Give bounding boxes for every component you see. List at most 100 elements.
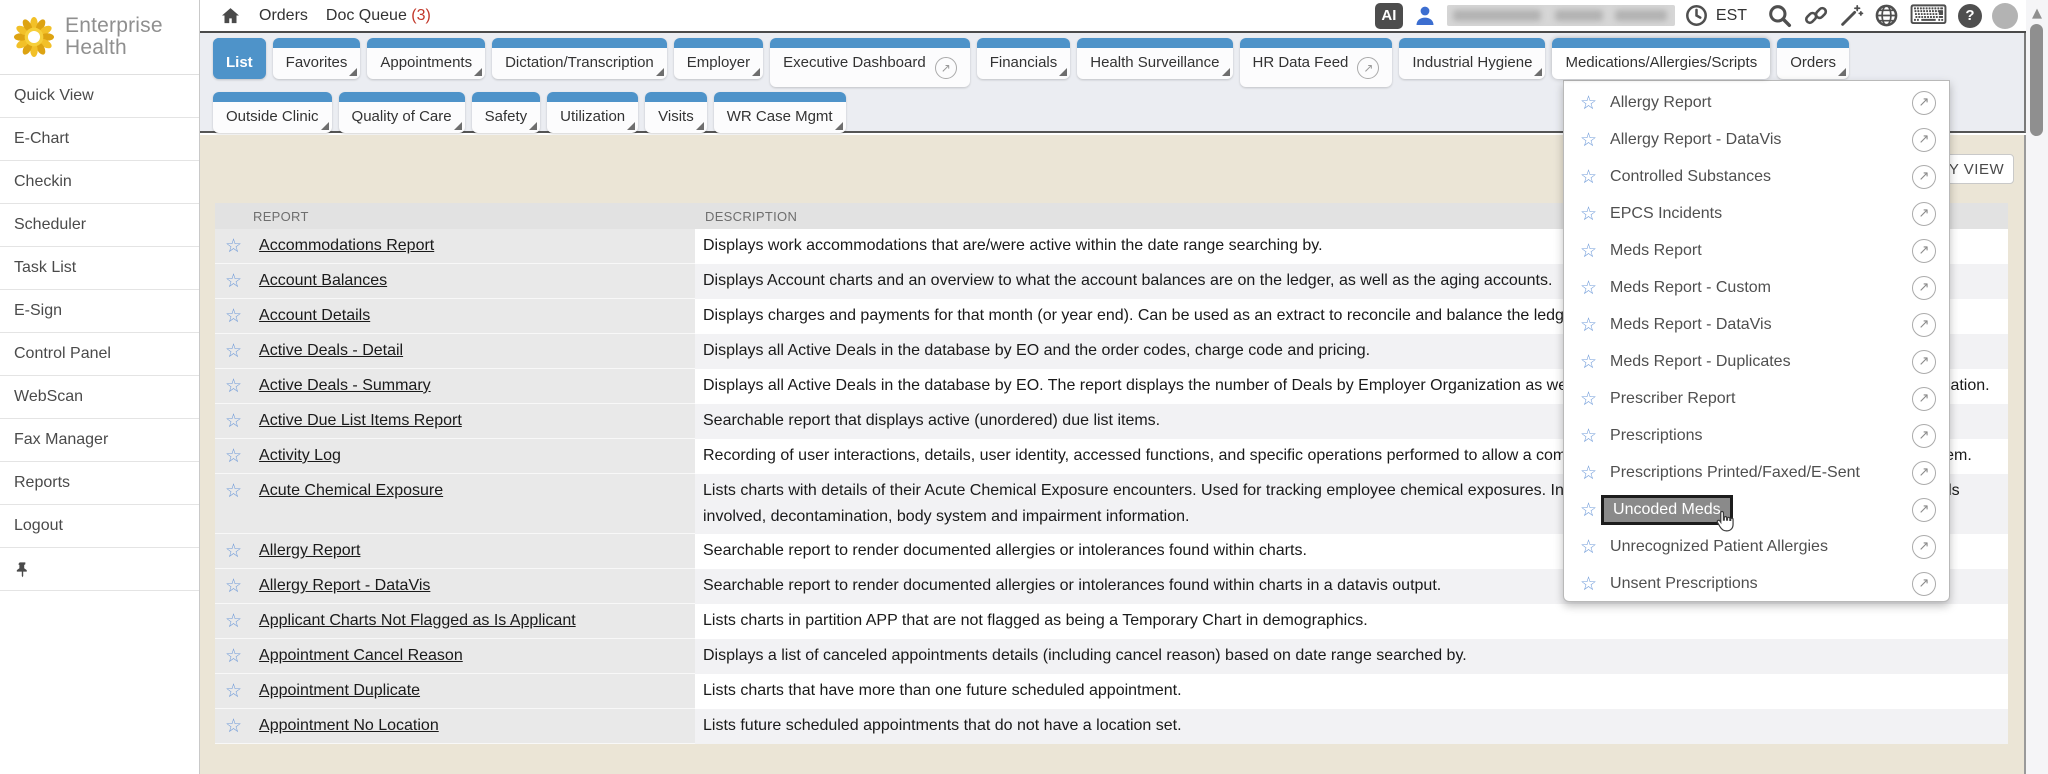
link-icon[interactable] bbox=[1803, 3, 1829, 29]
report-link-allergy-report-datavis[interactable]: Allergy Report - DataVis bbox=[259, 573, 430, 599]
home-icon[interactable] bbox=[220, 6, 241, 26]
menu-item-meds-report-datavis[interactable]: ☆Meds Report - DataVis↗ bbox=[1564, 306, 1949, 343]
tab-outside-clinic[interactable]: Outside Clinic bbox=[213, 92, 332, 133]
tab-industrial-hygiene[interactable]: Industrial Hygiene bbox=[1399, 38, 1545, 79]
favorite-star-icon[interactable]: ☆ bbox=[225, 573, 242, 599]
menu-item-allergy-report-datavis[interactable]: ☆Allergy Report - DataVis↗ bbox=[1564, 121, 1949, 158]
open-report-icon[interactable]: ↗ bbox=[1912, 498, 1936, 522]
favorite-star-icon[interactable]: ☆ bbox=[225, 373, 242, 399]
favorite-star-icon[interactable]: ☆ bbox=[1580, 275, 1597, 301]
sidebar-item-task-list[interactable]: Task List bbox=[0, 247, 199, 290]
open-report-icon[interactable]: ↗ bbox=[1912, 350, 1936, 374]
ai-badge[interactable]: AI bbox=[1375, 3, 1403, 29]
report-link-applicant-charts-not-flagged-as-is-applicant[interactable]: Applicant Charts Not Flagged as Is Appli… bbox=[259, 608, 576, 634]
menu-item-unrecognized-patient-allergies[interactable]: ☆Unrecognized Patient Allergies↗ bbox=[1564, 528, 1949, 565]
menu-item-allergy-report[interactable]: ☆Allergy Report↗ bbox=[1564, 84, 1949, 121]
open-report-icon[interactable]: ↗ bbox=[1912, 128, 1936, 152]
favorite-star-icon[interactable]: ☆ bbox=[1580, 164, 1597, 190]
scrollbar-thumb[interactable] bbox=[2030, 24, 2043, 136]
sidebar-item-quick-view[interactable]: Quick View bbox=[0, 75, 199, 118]
tab-quality-of-care[interactable]: Quality of Care bbox=[339, 92, 465, 133]
report-link-active-due-list-items-report[interactable]: Active Due List Items Report bbox=[259, 408, 462, 434]
open-report-icon[interactable]: ↗ bbox=[1912, 572, 1936, 596]
report-link-account-balances[interactable]: Account Balances bbox=[259, 268, 387, 294]
favorite-star-icon[interactable]: ☆ bbox=[225, 303, 242, 329]
clock-icon[interactable] bbox=[1685, 4, 1708, 27]
menu-item-prescriptions-printed-faxed-e-sent[interactable]: ☆Prescriptions Printed/Faxed/E-Sent↗ bbox=[1564, 454, 1949, 491]
tab-utilization[interactable]: Utilization bbox=[547, 92, 638, 133]
tab-list[interactable]: List bbox=[213, 38, 266, 79]
app-logo[interactable]: Enterprise Health bbox=[0, 0, 199, 75]
favorite-star-icon[interactable]: ☆ bbox=[225, 233, 242, 259]
report-link-activity-log[interactable]: Activity Log bbox=[259, 443, 341, 469]
sidebar-item-reports[interactable]: Reports bbox=[0, 462, 199, 505]
favorite-star-icon[interactable]: ☆ bbox=[1580, 497, 1597, 523]
open-report-icon[interactable]: ↗ bbox=[1912, 239, 1936, 263]
report-link-account-details[interactable]: Account Details bbox=[259, 303, 370, 329]
menu-item-meds-report[interactable]: ☆Meds Report↗ bbox=[1564, 232, 1949, 269]
open-report-icon[interactable]: ↗ bbox=[1912, 535, 1936, 559]
globe-icon[interactable] bbox=[1874, 3, 1899, 28]
tab-wr-case-mgmt[interactable]: WR Case Mgmt bbox=[714, 92, 846, 133]
tab-favorites[interactable]: Favorites bbox=[273, 38, 361, 79]
open-report-icon[interactable]: ↗ bbox=[1912, 202, 1936, 226]
report-link-appointment-no-location[interactable]: Appointment No Location bbox=[259, 713, 439, 739]
favorite-star-icon[interactable]: ☆ bbox=[225, 678, 242, 704]
report-link-acute-chemical-exposure[interactable]: Acute Chemical Exposure bbox=[259, 478, 443, 504]
sidebar-item-e-sign[interactable]: E-Sign bbox=[0, 290, 199, 333]
menu-item-meds-report-duplicates[interactable]: ☆Meds Report - Duplicates↗ bbox=[1564, 343, 1949, 380]
open-report-icon[interactable]: ↗ bbox=[1912, 165, 1936, 189]
report-link-appointment-duplicate[interactable]: Appointment Duplicate bbox=[259, 678, 420, 704]
favorite-star-icon[interactable]: ☆ bbox=[1580, 460, 1597, 486]
open-report-icon[interactable]: ↗ bbox=[1912, 387, 1936, 411]
favorite-star-icon[interactable]: ☆ bbox=[1580, 349, 1597, 375]
wand-icon[interactable] bbox=[1839, 3, 1864, 28]
favorite-star-icon[interactable]: ☆ bbox=[1580, 386, 1597, 412]
open-report-icon[interactable]: ↗ bbox=[1912, 461, 1936, 485]
tab-executive-dashboard[interactable]: Executive Dashboard↗ bbox=[770, 38, 970, 87]
tab-visits[interactable]: Visits bbox=[645, 92, 707, 133]
favorite-star-icon[interactable]: ☆ bbox=[1580, 127, 1597, 153]
tab-medications-allergies-scripts[interactable]: Medications/Allergies/Scripts bbox=[1552, 38, 1770, 79]
open-report-icon[interactable]: ↗ bbox=[1912, 276, 1936, 300]
report-link-appointment-cancel-reason[interactable]: Appointment Cancel Reason bbox=[259, 643, 463, 669]
favorite-star-icon[interactable]: ☆ bbox=[1580, 534, 1597, 560]
report-link-allergy-report[interactable]: Allergy Report bbox=[259, 538, 360, 564]
menu-item-epcs-incidents[interactable]: ☆EPCS Incidents↗ bbox=[1564, 195, 1949, 232]
user-icon[interactable] bbox=[1413, 4, 1437, 28]
open-report-icon[interactable]: ↗ bbox=[1912, 313, 1936, 337]
breadcrumb-doc-queue[interactable]: Doc Queue (3) bbox=[326, 7, 431, 25]
help-icon[interactable]: ? bbox=[1958, 4, 1982, 28]
menu-item-prescriptions[interactable]: ☆Prescriptions↗ bbox=[1564, 417, 1949, 454]
sidebar-item-e-chart[interactable]: E-Chart bbox=[0, 118, 199, 161]
menu-item-prescriber-report[interactable]: ☆Prescriber Report↗ bbox=[1564, 380, 1949, 417]
report-link-accommodations-report[interactable]: Accommodations Report bbox=[259, 233, 434, 259]
favorite-star-icon[interactable]: ☆ bbox=[1580, 90, 1597, 116]
favorite-star-icon[interactable]: ☆ bbox=[1580, 238, 1597, 264]
tab-safety[interactable]: Safety bbox=[472, 92, 541, 133]
tab-orders[interactable]: Orders bbox=[1777, 38, 1849, 79]
favorite-star-icon[interactable]: ☆ bbox=[225, 478, 242, 504]
sidebar-item-checkin[interactable]: Checkin bbox=[0, 161, 199, 204]
sidebar-item-scheduler[interactable]: Scheduler bbox=[0, 204, 199, 247]
favorite-star-icon[interactable]: ☆ bbox=[1580, 201, 1597, 227]
report-link-active-deals-summary[interactable]: Active Deals - Summary bbox=[259, 373, 431, 399]
tab-health-surveillance[interactable]: Health Surveillance bbox=[1077, 38, 1232, 79]
favorite-star-icon[interactable]: ☆ bbox=[1580, 571, 1597, 597]
tab-hr-data-feed[interactable]: HR Data Feed↗ bbox=[1240, 38, 1393, 87]
favorite-star-icon[interactable]: ☆ bbox=[225, 538, 242, 564]
favorite-star-icon[interactable]: ☆ bbox=[225, 338, 242, 364]
tab-dictation-transcription[interactable]: Dictation/Transcription bbox=[492, 38, 667, 79]
sidebar-item-control-panel[interactable]: Control Panel bbox=[0, 333, 199, 376]
favorite-star-icon[interactable]: ☆ bbox=[225, 643, 242, 669]
tab-appointments[interactable]: Appointments bbox=[367, 38, 485, 79]
open-report-icon[interactable]: ↗ bbox=[1912, 91, 1936, 115]
favorite-star-icon[interactable]: ☆ bbox=[1580, 423, 1597, 449]
avatar[interactable] bbox=[1992, 3, 2018, 29]
menu-item-unsent-prescriptions[interactable]: ☆Unsent Prescriptions↗ bbox=[1564, 565, 1949, 602]
favorite-star-icon[interactable]: ☆ bbox=[225, 443, 242, 469]
pin-sidebar-button[interactable] bbox=[0, 548, 199, 591]
tab-employer[interactable]: Employer bbox=[674, 38, 763, 79]
keyboard-icon[interactable]: ⌨ bbox=[1909, 4, 1948, 28]
favorite-star-icon[interactable]: ☆ bbox=[1580, 312, 1597, 338]
